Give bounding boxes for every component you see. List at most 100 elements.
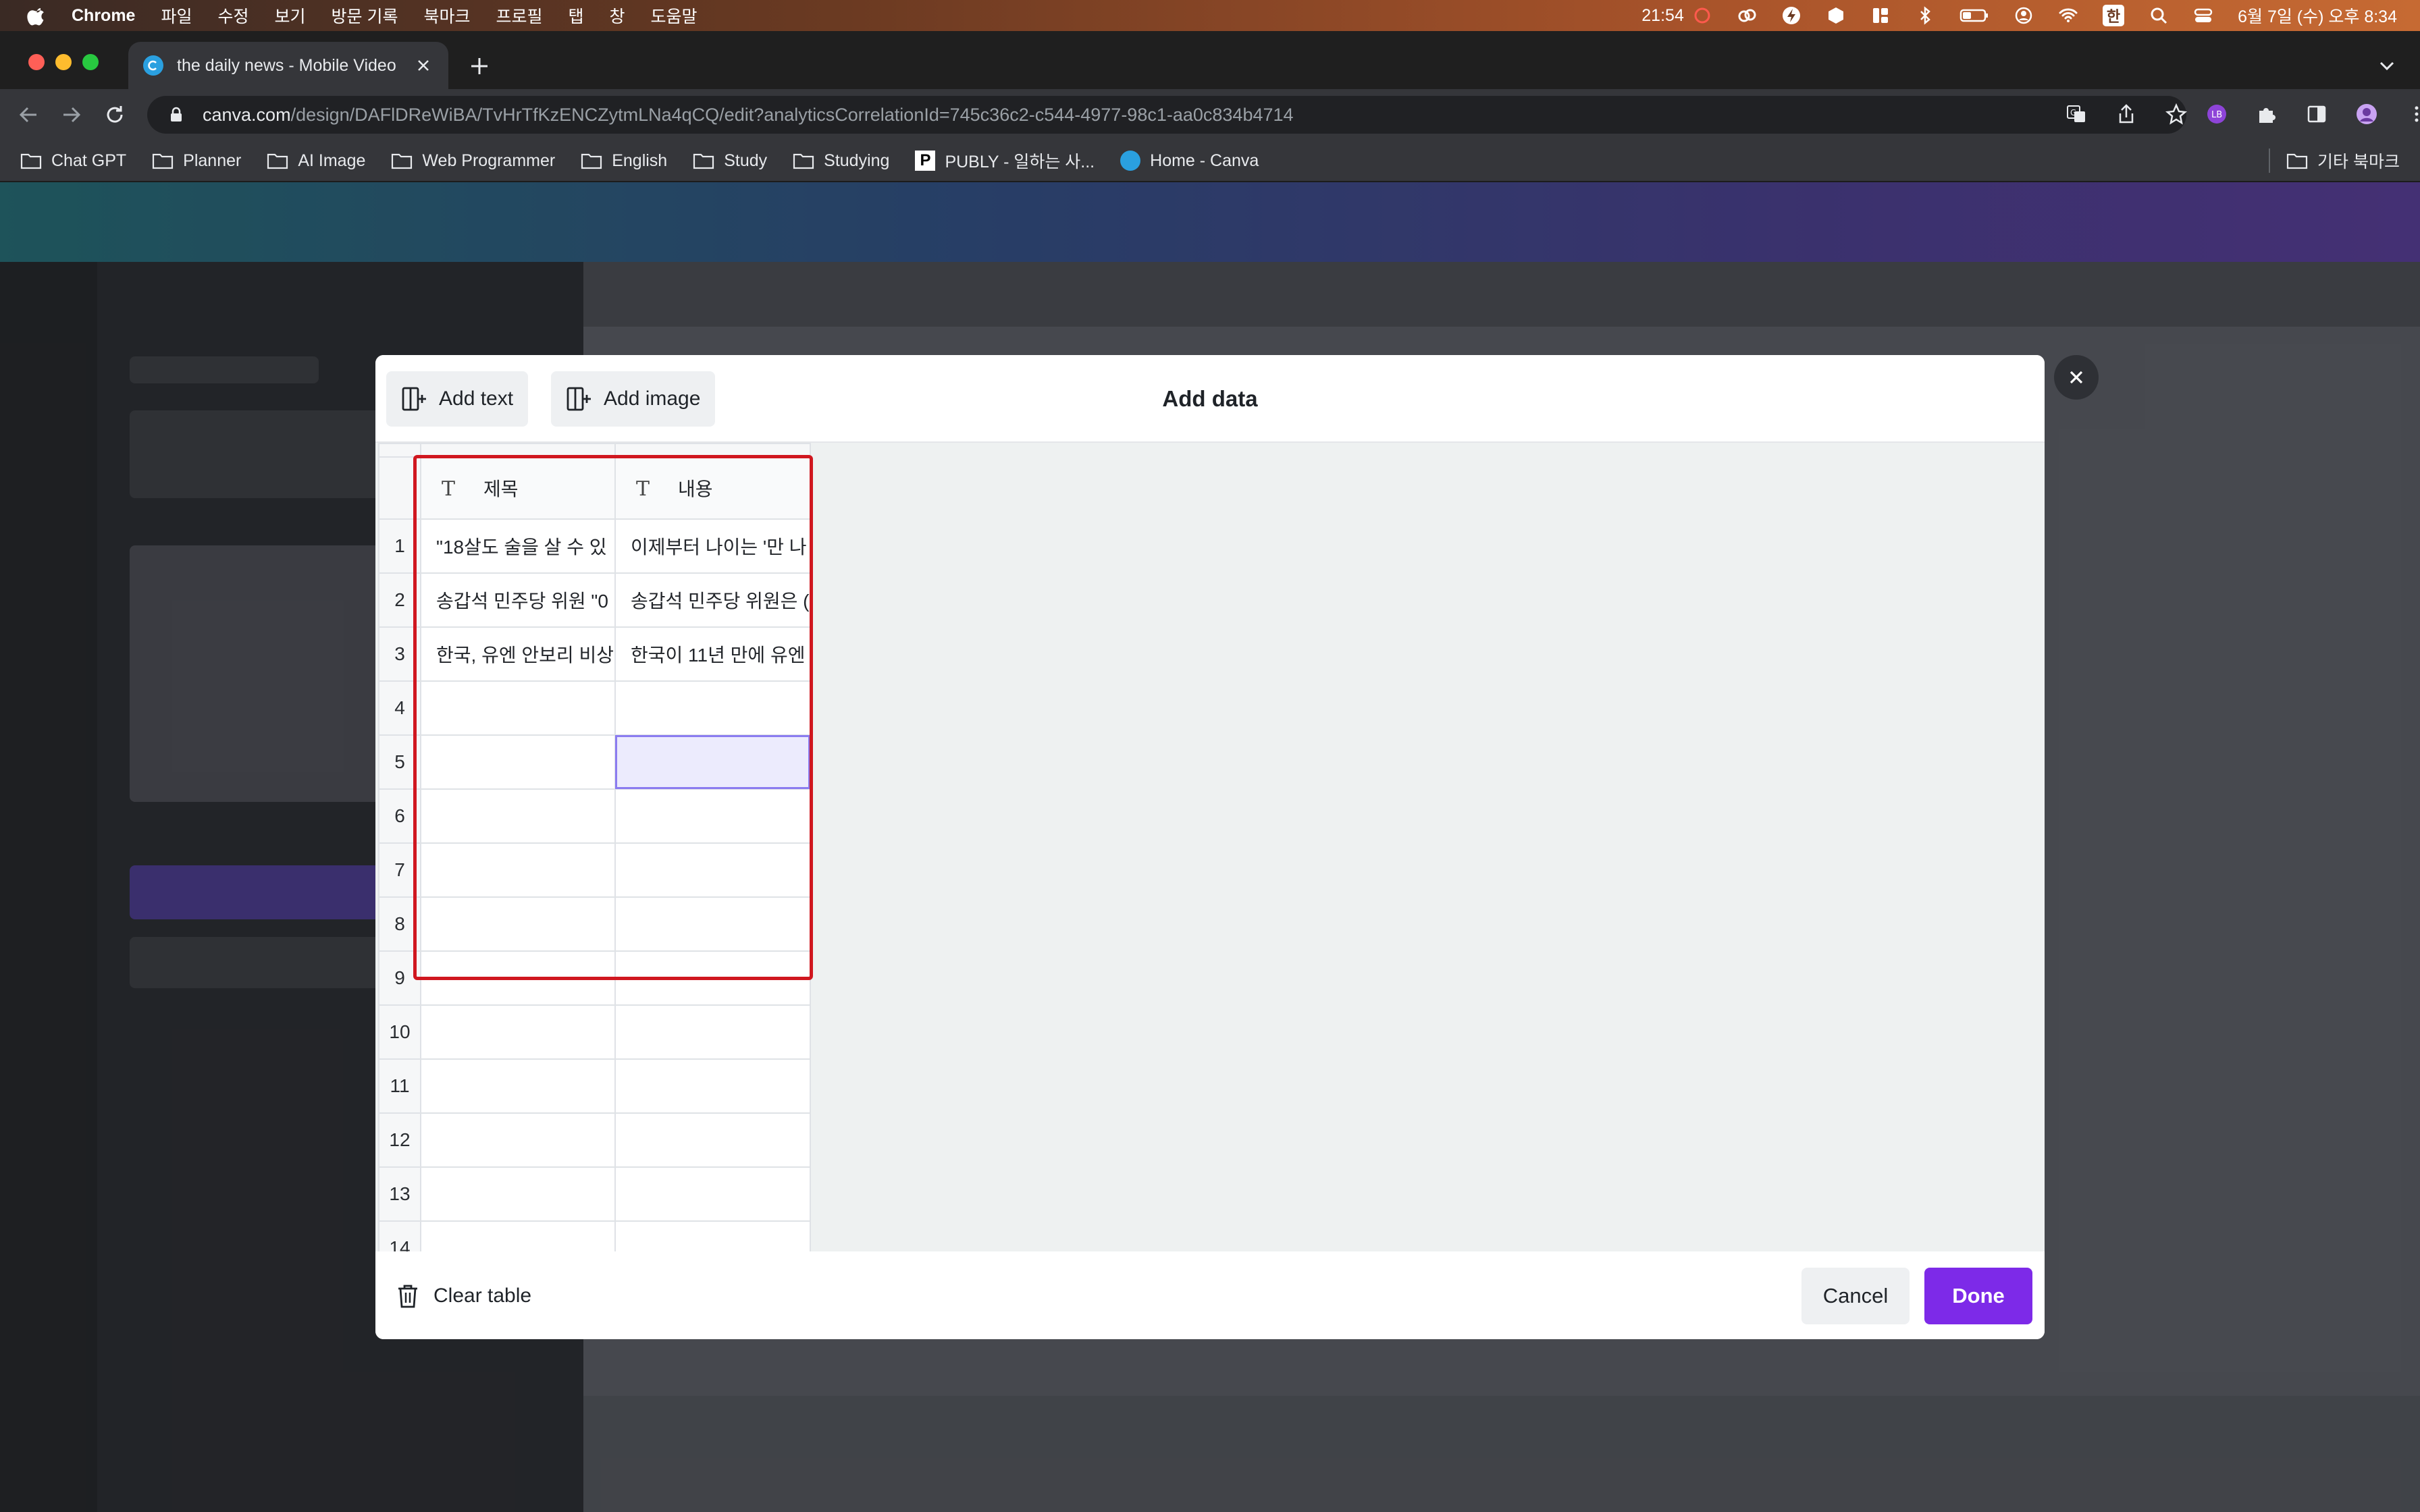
row-number: 14 [378,1220,421,1251]
layout-icon[interactable] [1870,5,1891,26]
url-path: /design/DAFlDReWiBA/TvHrTfKzENCZytmLNa4q… [290,104,1294,125]
table-cell-title[interactable] [420,896,616,952]
table-cell-title[interactable] [420,788,616,844]
table-cell-content[interactable] [614,1058,811,1114]
browser-tab-active[interactable]: the daily news - Mobile Video [128,42,448,89]
spotlight-search-icon[interactable] [2149,5,2169,26]
menu-file[interactable]: 파일 [161,3,192,28]
input-source-indicator[interactable]: 한 [2102,5,2125,26]
menu-help[interactable]: 도움말 [651,3,698,28]
bookmark-planner[interactable]: Planner [152,151,241,171]
table-cell-content[interactable] [614,788,811,844]
back-arrow-icon[interactable] [16,103,41,127]
menu-history[interactable]: 방문 기록 [332,3,398,28]
table-cell-title[interactable]: 한국, 유엔 안보리 비상 [420,626,616,682]
address-bar[interactable]: canva.com/design/DAFlDReWiBA/TvHrTfKzENC… [147,96,2186,134]
wifi-icon[interactable] [2058,5,2078,26]
table-cell-content[interactable]: 이제부터 나이는 '만 나 [614,518,811,574]
chrome-tab-strip: the daily news - Mobile Video [0,31,2420,89]
window-zoom-button[interactable] [82,54,99,70]
column-selector[interactable] [614,443,811,458]
table-cell-title[interactable] [420,1112,616,1168]
table-cell-content[interactable] [614,842,811,898]
apple-logo-icon[interactable] [27,5,47,26]
table-cell-title[interactable] [420,1220,616,1251]
bookmark-studying[interactable]: Studying [793,151,889,171]
lock-icon[interactable] [167,106,185,124]
column-header-title[interactable]: T 제목 [420,456,616,520]
user-account-icon[interactable] [2014,5,2034,26]
bookmark-study[interactable]: Study [693,151,767,171]
chrome-menu-icon[interactable] [2405,103,2420,126]
table-cell-content[interactable]: 송갑석 민주당 위원은 ( [614,572,811,628]
translate-icon[interactable]: G [2065,103,2088,126]
table-cell-content[interactable]: 한국이 11년 만에 유엔 [614,626,811,682]
forward-arrow-icon[interactable] [59,103,84,127]
table-cell-content[interactable] [614,680,811,736]
menu-profiles[interactable]: 프로필 [496,3,542,28]
table-cell-title[interactable] [420,950,616,1006]
table-cell-content[interactable] [614,1166,811,1222]
extensions-puzzle-icon[interactable] [2255,103,2278,126]
menu-tab[interactable]: 탭 [569,3,584,28]
tab-search-chevron-icon[interactable] [2377,58,2397,74]
table-cell-title[interactable] [420,1058,616,1114]
cancel-button[interactable]: Cancel [1801,1268,1910,1324]
table-cell-content[interactable] [614,950,811,1006]
share-icon[interactable] [2115,103,2138,126]
menu-bookmarks[interactable]: 북마크 [423,3,470,28]
done-button[interactable]: Done [1924,1268,2032,1324]
profile-avatar-icon[interactable] [2355,103,2378,126]
bookmark-star-icon[interactable] [2165,103,2188,126]
table-cell-content[interactable] [614,734,811,790]
table-row: 3 한국, 유엔 안보리 비상 한국이 11년 만에 유엔 [378,626,811,682]
extension-avatar-icon[interactable]: LB [2205,103,2228,126]
new-tab-icon[interactable] [469,55,490,77]
table-cell-title[interactable]: "18살도 술을 살 수 있 [420,518,616,574]
menu-window[interactable]: 창 [610,3,625,28]
column-header-content[interactable]: T 내용 [614,456,811,520]
table-cell-title[interactable]: 송갑석 민주당 위원 "0 [420,572,616,628]
table-cell-content[interactable] [614,1004,811,1060]
add-image-button[interactable]: Add image [551,371,716,427]
table-cell-content[interactable] [614,896,811,952]
tab-title: the daily news - Mobile Video [177,55,396,75]
bookmark-web-programmer[interactable]: Web Programmer [391,151,555,171]
bookmark-chat-gpt[interactable]: Chat GPT [20,151,126,171]
reload-icon[interactable] [103,103,127,127]
table-cell-content[interactable] [614,1220,811,1251]
column-selector[interactable] [420,443,616,458]
menu-edit[interactable]: 수정 [217,3,248,28]
tab-close-icon[interactable] [413,55,433,76]
data-table: T 제목 T 내용 1 "18살도 술을 살 수 있 이제부터 나이는 '만 나 2 송갑석… [378,443,811,1251]
folder-icon [20,153,42,169]
control-center-icon[interactable] [2193,5,2213,26]
bookmark-home-canva[interactable]: Home - Canva [1120,151,1259,171]
table-cell-title[interactable] [420,1004,616,1060]
add-text-button[interactable]: Add text [386,371,529,427]
cube-icon[interactable] [1826,5,1846,26]
window-close-button[interactable] [28,54,45,70]
table-cell-title[interactable] [420,842,616,898]
bluetooth-icon[interactable] [1915,5,1935,26]
creative-cloud-icon[interactable] [1737,5,1757,26]
battery-icon[interactable] [1959,5,1989,26]
table-cell-title[interactable] [420,680,616,736]
bolt-icon[interactable] [1781,5,1801,26]
other-bookmarks[interactable]: 기타 북마크 [2269,148,2400,173]
table-cell-title[interactable] [420,734,616,790]
menubar-clock[interactable]: 21:54 [1641,6,1684,26]
window-minimize-button[interactable] [55,54,72,70]
menubar-datetime[interactable]: 6월 7일 (수) 오후 8:34 [2238,3,2397,28]
timer-icon[interactable] [1692,5,1712,26]
menu-view[interactable]: 보기 [275,3,306,28]
table-cell-content[interactable] [614,1112,811,1168]
bookmark-ai-image[interactable]: AI Image [267,151,365,171]
modal-close-button[interactable] [2054,355,2099,400]
table-cell-title[interactable] [420,1166,616,1222]
side-panel-icon[interactable] [2305,103,2328,126]
bookmark-english[interactable]: English [581,151,667,171]
bookmark-publy[interactable]: P PUBLY - 일하는 사... [915,148,1095,173]
clear-table-button[interactable]: Clear table [396,1277,531,1315]
menubar-app-name[interactable]: Chrome [72,6,135,26]
